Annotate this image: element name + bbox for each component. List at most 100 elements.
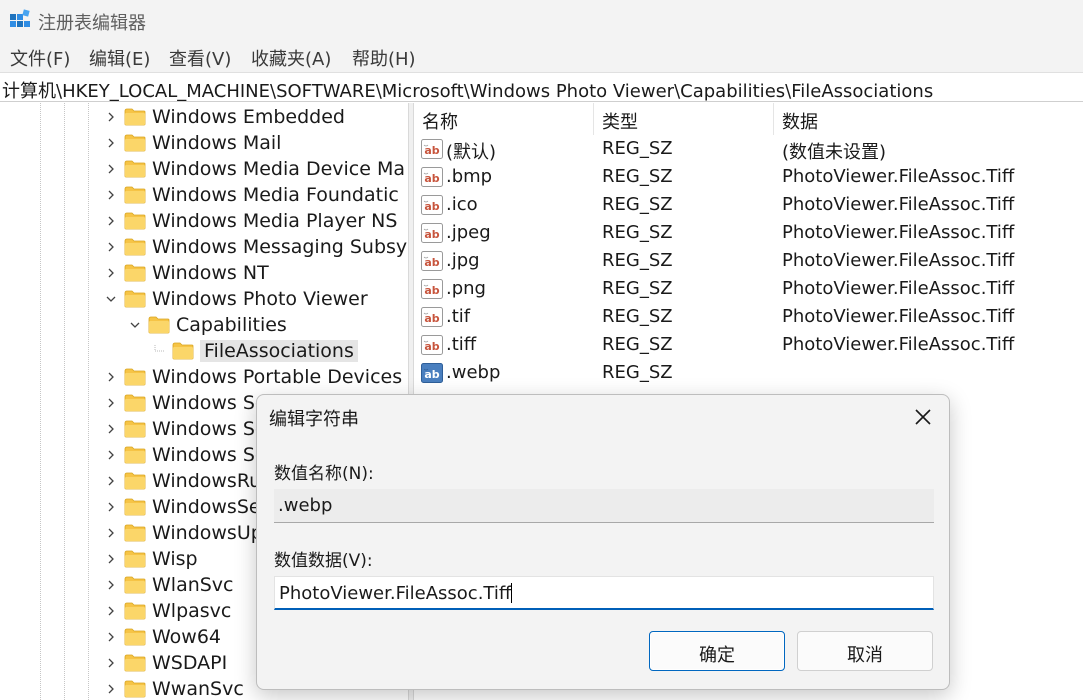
chevron-right-icon[interactable] bbox=[104, 364, 118, 390]
tree-item[interactable]: Wlpasvc bbox=[104, 598, 231, 624]
chevron-right-icon[interactable] bbox=[104, 390, 118, 416]
address-path[interactable]: 计算机\HKEY_LOCAL_MACHINE\SOFTWARE\Microsof… bbox=[2, 77, 933, 103]
value-data-cell: PhotoViewer.FileAssoc.Tiff bbox=[782, 222, 1015, 243]
chevron-right-icon[interactable] bbox=[104, 416, 118, 442]
tree-item[interactable]: Windows Media Device Ma bbox=[104, 156, 405, 182]
value-name-text: .webp bbox=[278, 495, 333, 516]
tree-item-label: WSDAPI bbox=[152, 652, 228, 674]
tree-item[interactable]: Windows Mail bbox=[104, 130, 281, 156]
svg-text:ab: ab bbox=[424, 340, 439, 353]
chevron-right-icon[interactable] bbox=[104, 156, 118, 182]
chevron-right-icon[interactable] bbox=[104, 104, 118, 130]
menu-view[interactable]: 查看(V) bbox=[169, 45, 231, 71]
chevron-right-icon[interactable] bbox=[104, 494, 118, 520]
tree-connector bbox=[152, 338, 166, 364]
folder-icon bbox=[124, 472, 146, 490]
tree-item[interactable]: Windows NT bbox=[104, 260, 269, 286]
value-name-cell: .tif bbox=[446, 306, 471, 327]
tree-item-label: Windows Media Foundatic bbox=[152, 184, 399, 206]
value-name-cell: .tiff bbox=[446, 334, 477, 355]
chevron-right-icon[interactable] bbox=[104, 130, 118, 156]
tree-item-label: Windows Se bbox=[152, 444, 267, 466]
svg-text:ab: ab bbox=[424, 200, 439, 213]
value-row[interactable]: ab .webp REG_SZ bbox=[414, 359, 1083, 387]
chevron-right-icon[interactable] bbox=[104, 208, 118, 234]
value-row[interactable]: ab .jpg REG_SZ PhotoViewer.FileAssoc.Tiff bbox=[414, 247, 1083, 275]
tree-item[interactable]: WindowsSel bbox=[104, 494, 266, 520]
folder-icon bbox=[124, 134, 146, 152]
ok-button[interactable]: 确定 bbox=[649, 631, 785, 671]
ab-string-icon: ab bbox=[421, 335, 443, 355]
tree-item-label: WwanSvc bbox=[152, 678, 244, 700]
value-type-cell: REG_SZ bbox=[602, 222, 673, 243]
menu-help[interactable]: 帮助(H) bbox=[352, 45, 416, 71]
value-row[interactable]: ab .png REG_SZ PhotoViewer.FileAssoc.Tiff bbox=[414, 275, 1083, 303]
tree-item[interactable]: Windows Media Foundatic bbox=[104, 182, 399, 208]
tree-item[interactable]: Windows Portable Devices bbox=[104, 364, 402, 390]
value-type-cell: REG_SZ bbox=[602, 166, 673, 187]
value-row[interactable]: ab (默认) REG_SZ (数值未设置) bbox=[414, 135, 1083, 163]
value-data-cell: PhotoViewer.FileAssoc.Tiff bbox=[782, 250, 1015, 271]
tree-item[interactable]: Windows Se bbox=[104, 416, 267, 442]
chevron-right-icon[interactable] bbox=[104, 598, 118, 624]
chevron-right-icon[interactable] bbox=[104, 676, 118, 700]
column-header-type[interactable]: 类型 bbox=[594, 103, 774, 135]
folder-icon bbox=[124, 264, 146, 282]
tree-item[interactable]: WSDAPI bbox=[104, 650, 227, 676]
tree-item[interactable]: Capabilities bbox=[128, 312, 287, 338]
chevron-right-icon[interactable] bbox=[104, 182, 118, 208]
menu-favorites[interactable]: 收藏夹(A) bbox=[251, 45, 331, 71]
tree-item[interactable]: WlanSvc bbox=[104, 572, 234, 598]
value-data-input[interactable]: PhotoViewer.FileAssoc.Tiff bbox=[274, 576, 934, 610]
menu-edit[interactable]: 编辑(E) bbox=[89, 45, 150, 71]
svg-text:ab: ab bbox=[424, 256, 439, 269]
close-button[interactable] bbox=[907, 401, 939, 433]
tree-item[interactable]: Wow64 bbox=[104, 624, 221, 650]
tree-item[interactable]: Wisp bbox=[104, 546, 198, 572]
tree-item-label: Windows Se bbox=[152, 418, 267, 440]
value-data-cell: PhotoViewer.FileAssoc.Tiff bbox=[782, 306, 1015, 327]
chevron-down-icon[interactable] bbox=[128, 312, 142, 338]
cancel-button[interactable]: 取消 bbox=[797, 631, 933, 671]
chevron-right-icon[interactable] bbox=[104, 624, 118, 650]
chevron-right-icon[interactable] bbox=[104, 546, 118, 572]
ab-string-icon: ab bbox=[421, 251, 443, 271]
tree-item[interactable]: WindowsRu bbox=[104, 468, 261, 494]
tree-item[interactable]: Windows Photo Viewer bbox=[104, 286, 368, 312]
folder-icon bbox=[124, 368, 146, 386]
tree-item-label: WindowsUp bbox=[152, 522, 263, 544]
tree-item[interactable]: WwanSvc bbox=[104, 676, 244, 700]
value-row[interactable]: ab .jpeg REG_SZ PhotoViewer.FileAssoc.Tiff bbox=[414, 219, 1083, 247]
tree-item[interactable]: FileAssociations bbox=[152, 338, 358, 364]
column-header-name[interactable]: 名称 bbox=[414, 103, 594, 135]
value-row[interactable]: ab .bmp REG_SZ PhotoViewer.FileAssoc.Tiff bbox=[414, 163, 1083, 191]
chevron-right-icon[interactable] bbox=[104, 468, 118, 494]
chevron-right-icon[interactable] bbox=[104, 572, 118, 598]
folder-icon bbox=[124, 550, 146, 568]
tree-item[interactable]: Windows Embedded bbox=[104, 104, 345, 130]
chevron-right-icon[interactable] bbox=[104, 234, 118, 260]
chevron-right-icon[interactable] bbox=[104, 442, 118, 468]
tree-item[interactable]: Windows Messaging Subsy bbox=[104, 234, 407, 260]
menu-file[interactable]: 文件(F) bbox=[10, 45, 70, 71]
dialog-title: 编辑字符串 bbox=[269, 409, 359, 430]
address-bar[interactable]: 计算机\HKEY_LOCAL_MACHINE\SOFTWARE\Microsof… bbox=[0, 72, 1083, 102]
tree-item[interactable]: WindowsUp bbox=[104, 520, 263, 546]
chevron-right-icon[interactable] bbox=[104, 520, 118, 546]
chevron-right-icon[interactable] bbox=[104, 650, 118, 676]
value-data-label: 数值数据(V): bbox=[274, 551, 373, 571]
value-name-cell: (默认) bbox=[446, 142, 497, 163]
tree-item[interactable]: Windows Se bbox=[104, 442, 267, 468]
folder-icon bbox=[124, 628, 146, 646]
tree-item[interactable]: Windows Sc bbox=[104, 390, 265, 416]
chevron-right-icon[interactable] bbox=[104, 260, 118, 286]
chevron-down-icon[interactable] bbox=[104, 286, 118, 312]
column-header-data[interactable]: 数据 bbox=[774, 103, 1083, 135]
value-row[interactable]: ab .tif REG_SZ PhotoViewer.FileAssoc.Tiff bbox=[414, 303, 1083, 331]
value-row[interactable]: ab .tiff REG_SZ PhotoViewer.FileAssoc.Tiff bbox=[414, 331, 1083, 359]
svg-text:ab: ab bbox=[424, 172, 439, 185]
value-row[interactable]: ab .ico REG_SZ PhotoViewer.FileAssoc.Tiff bbox=[414, 191, 1083, 219]
ab-string-icon: ab bbox=[421, 195, 443, 215]
folder-icon bbox=[124, 160, 146, 178]
tree-item[interactable]: Windows Media Player NS bbox=[104, 208, 397, 234]
